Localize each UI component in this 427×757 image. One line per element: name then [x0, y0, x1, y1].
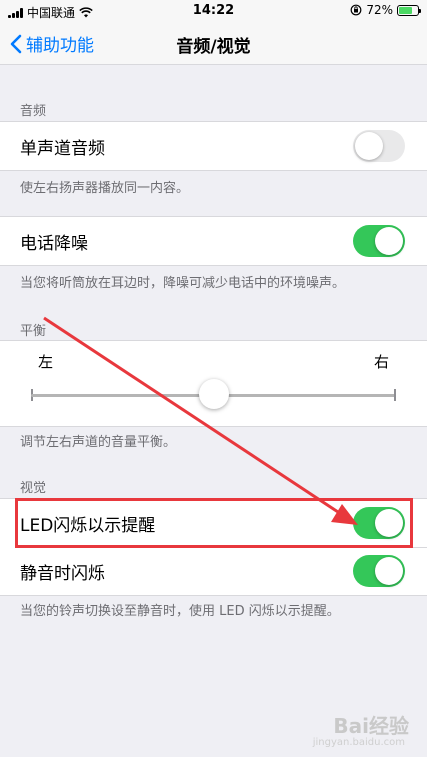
mono-audio-footer: 使左右扬声器播放同一内容。: [20, 181, 190, 196]
battery-icon: [397, 4, 421, 16]
balance-footer: 调节左右声道的音量平衡。: [20, 435, 177, 450]
watermark-logo: Bai经验: [333, 714, 409, 738]
flash-silent-toggle[interactable]: [353, 555, 405, 587]
page-title: 音频/视觉: [176, 37, 251, 57]
battery-percent: 72%: [366, 3, 393, 17]
orientation-lock-icon: [350, 4, 362, 16]
row-led-flash[interactable]: LED闪烁以示提醒: [0, 499, 427, 547]
group-balance: 左 右: [0, 340, 427, 427]
noise-cancel-label: 电话降噪: [20, 233, 88, 254]
row-noise-cancel[interactable]: 电话降噪: [0, 217, 427, 265]
led-flash-toggle[interactable]: [353, 507, 405, 539]
visual-footer: 当您的铃声切换设至静音时，使用 LED 闪烁以示提醒。: [20, 604, 340, 619]
mono-audio-toggle[interactable]: [353, 130, 405, 162]
watermark-url: jingyan.baidu.com: [312, 737, 405, 748]
balance-right-label: 右: [373, 353, 389, 371]
group-visual: LED闪烁以示提醒 静音时闪烁: [0, 498, 427, 596]
toggle-knob: [375, 227, 403, 255]
toggle-knob: [375, 557, 403, 585]
status-right: 72%: [350, 3, 421, 17]
noise-cancel-footer: 当您将听筒放在耳边时，降噪可减少电话中的环境噪声。: [20, 276, 346, 291]
balance-slider-thumb[interactable]: [198, 379, 229, 409]
noise-cancel-toggle[interactable]: [353, 225, 405, 257]
toggle-knob: [375, 509, 403, 537]
slider-right-cap: [394, 389, 396, 401]
status-bar: 中国联通 14:22 72%: [0, 0, 427, 22]
balance-left-label: 左: [38, 353, 54, 371]
battery-fill: [399, 6, 412, 14]
group-mono: 单声道音频: [0, 121, 427, 171]
section-header-audio: 音频: [20, 104, 47, 119]
toggle-knob: [355, 132, 383, 160]
section-header-visual: 视觉: [20, 481, 47, 496]
flash-silent-label: 静音时闪烁: [20, 563, 105, 584]
row-flash-silent[interactable]: 静音时闪烁: [0, 547, 427, 595]
section-header-balance: 平衡: [20, 324, 47, 339]
mono-audio-label: 单声道音频: [20, 138, 105, 159]
led-flash-label: LED闪烁以示提醒: [20, 515, 156, 536]
nav-bar: 辅助功能 音频/视觉: [0, 22, 427, 65]
row-mono-audio[interactable]: 单声道音频: [0, 122, 427, 170]
group-noise: 电话降噪: [0, 216, 427, 266]
